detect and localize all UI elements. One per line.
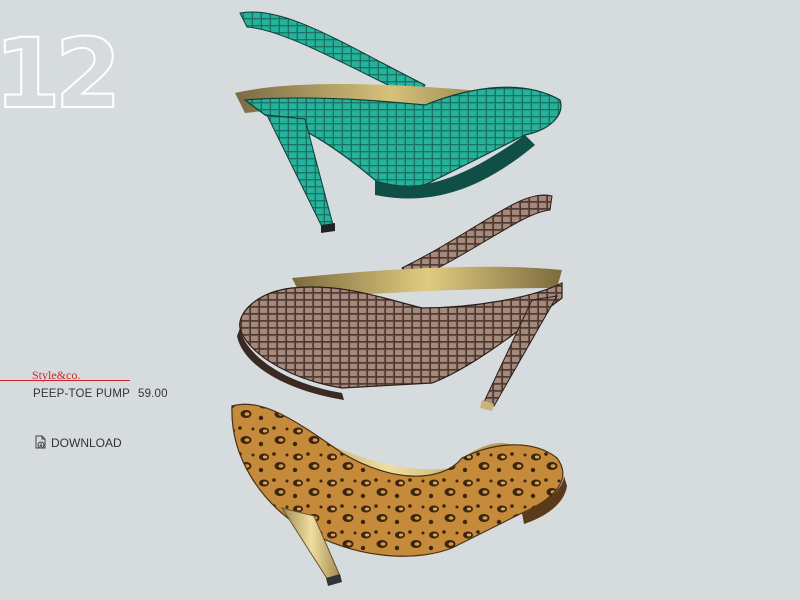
download-document-icon [35, 435, 46, 449]
brown-snakeskin-shoe-image [237, 194, 563, 411]
page-number: 12 [0, 18, 123, 130]
product-line: PEEP-TOE PUMP 59.00 [33, 388, 168, 400]
download-button[interactable]: DOWNLOAD [34, 435, 122, 450]
leopard-print-shoe-image [231, 403, 567, 586]
product-name: PEEP-TOE PUMP [33, 388, 130, 400]
download-label: DOWNLOAD [51, 435, 122, 450]
brand-divider [0, 380, 130, 381]
product-price: 59.00 [137, 388, 168, 400]
